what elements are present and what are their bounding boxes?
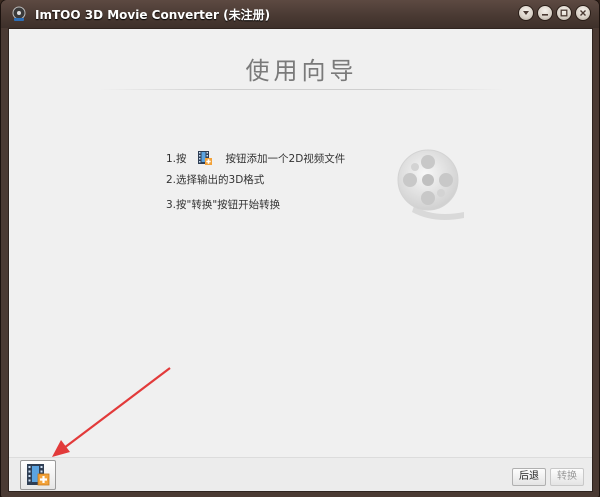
step-1-prefix: 1.按: [166, 153, 187, 165]
add-file-icon: [197, 150, 213, 166]
film-reel-icon: [394, 146, 469, 221]
window-controls: [518, 5, 591, 21]
convert-button[interactable]: 转换: [550, 468, 584, 486]
restore-icon[interactable]: [556, 5, 572, 21]
close-icon[interactable]: [575, 5, 591, 21]
step-1-suffix: 按钮添加一个2D视频文件: [225, 153, 346, 165]
step-3: 3.按"转换"按钮开始转换: [166, 199, 281, 211]
wizard-panel: 使用向导 1.按 按钮添加一个2D视频文件 2.选择输出的3D格式 3.按"转换…: [8, 28, 593, 492]
back-button[interactable]: 后退: [512, 468, 546, 486]
step-1: 1.按 按钮添加一个2D视频文件: [166, 150, 345, 166]
window-title: ImTOO 3D Movie Converter (未注册): [35, 7, 271, 22]
step-2: 2.选择输出的3D格式: [166, 174, 265, 186]
app-icon: [11, 6, 27, 22]
wizard-title: 使用向导: [245, 57, 358, 85]
add-file-button[interactable]: [20, 460, 56, 490]
footer-bar: [9, 457, 592, 491]
add-file-button-icon: [27, 464, 50, 486]
menu-icon[interactable]: [518, 5, 534, 21]
minimize-icon[interactable]: [537, 5, 553, 21]
title-divider: [99, 89, 504, 90]
title-bar[interactable]: ImTOO 3D Movie Converter (未注册): [1, 0, 599, 28]
app-window: ImTOO 3D Movie Converter (未注册) 使用向导 1.按: [1, 0, 599, 497]
